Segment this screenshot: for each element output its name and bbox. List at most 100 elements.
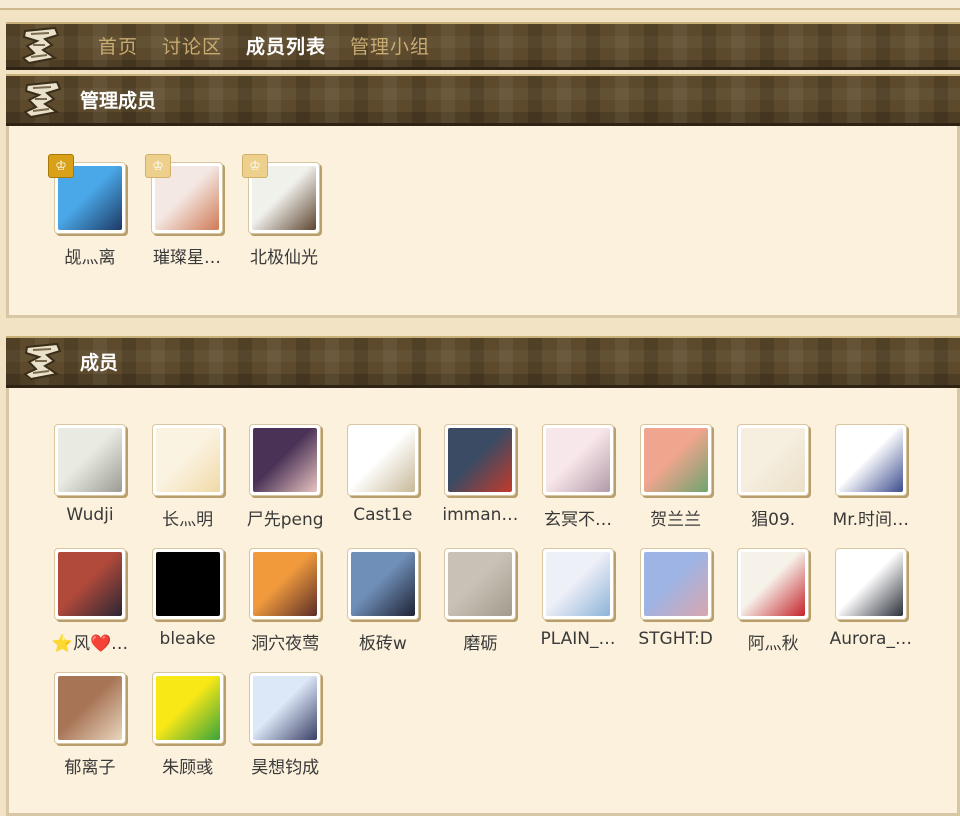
member-name[interactable]: bleake — [140, 629, 236, 649]
member-name[interactable]: 觇灬离 — [42, 243, 138, 268]
nav-admin-group[interactable]: 管理小组 — [350, 32, 430, 59]
member-avatar[interactable] — [737, 548, 810, 620]
avatar-image — [741, 428, 806, 492]
avatar-image — [546, 552, 610, 616]
member-avatar[interactable] — [542, 548, 614, 620]
avatar-image — [838, 552, 903, 616]
member-name[interactable]: 昊想钧成 — [237, 753, 333, 778]
member-avatar[interactable] — [346, 548, 419, 620]
member-card[interactable]: imman… — [432, 424, 528, 525]
member-card[interactable]: Cast1e — [335, 424, 431, 525]
member-card[interactable]: ⭐风❤️… — [42, 548, 138, 654]
member-name[interactable]: Cast1e — [335, 505, 431, 525]
nav-members[interactable]: 成员列表 — [246, 32, 326, 59]
member-name[interactable]: 长灬明 — [140, 505, 236, 530]
admin-panel-title: 管理成员 — [80, 90, 157, 112]
member-card[interactable]: 昊想钧成 — [237, 672, 333, 778]
avatar-image — [58, 428, 122, 492]
member-name[interactable]: 北极仙光 — [236, 243, 332, 268]
member-name[interactable]: Mr.时间… — [823, 505, 919, 530]
member-name[interactable]: 郁离子 — [42, 753, 138, 778]
member-avatar[interactable] — [54, 424, 126, 496]
member-card[interactable]: 贺兰兰 — [628, 424, 724, 530]
member-card[interactable]: Aurora_… — [823, 548, 919, 649]
member-card[interactable]: bleake — [140, 548, 236, 649]
member-name[interactable]: 洞穴夜莺 — [237, 629, 333, 654]
member-card[interactable]: 板砖w — [335, 548, 431, 654]
avatar-image — [643, 552, 708, 616]
member-card[interactable]: STGHT:D — [628, 548, 724, 649]
avatar-image — [741, 552, 806, 616]
member-name[interactable]: 猖09. — [725, 505, 821, 530]
member-avatar[interactable] — [834, 548, 907, 620]
member-avatar[interactable] — [737, 424, 810, 496]
member-avatar[interactable] — [444, 424, 517, 496]
avatar-image — [643, 428, 708, 492]
member-card[interactable]: ♔ 璀璨星… — [139, 154, 235, 268]
member-avatar[interactable] — [54, 672, 126, 744]
avatar-image — [546, 428, 610, 492]
member-card[interactable]: 玄冥不… — [530, 424, 626, 530]
member-card[interactable]: 尸先peng — [237, 424, 333, 530]
member-avatar[interactable] — [834, 424, 907, 496]
nav-discussion[interactable]: 讨论区 — [162, 32, 222, 59]
admin-crown-icon: ♔ — [242, 154, 268, 178]
member-card[interactable]: ♔ 觇灬离 — [42, 154, 138, 268]
avatar-image — [58, 552, 122, 616]
member-name[interactable]: ⭐风❤️… — [42, 629, 138, 654]
member-name[interactable]: 玄冥不… — [530, 505, 626, 530]
member-avatar[interactable] — [249, 548, 322, 620]
member-avatar[interactable] — [151, 424, 224, 496]
group-logo-icon — [18, 339, 68, 385]
member-card[interactable]: 阿灬秋 — [725, 548, 821, 654]
avatar-image — [155, 428, 220, 492]
avatar-image — [838, 428, 903, 492]
member-card[interactable]: PLAIN_… — [530, 548, 626, 649]
member-card[interactable]: 长灬明 — [140, 424, 236, 530]
avatar-image — [448, 428, 513, 492]
avatar-image — [155, 552, 220, 616]
avatar-image — [253, 676, 318, 740]
member-avatar[interactable] — [346, 424, 419, 496]
member-avatar[interactable] — [54, 548, 126, 620]
member-name[interactable]: 璀璨星… — [139, 243, 235, 268]
member-avatar[interactable] — [151, 548, 224, 620]
member-card[interactable]: 猖09. — [725, 424, 821, 530]
nav-home[interactable]: 首页 — [98, 32, 138, 59]
member-card[interactable]: Mr.时间… — [823, 424, 919, 530]
member-card[interactable]: 磨砺 — [432, 548, 528, 654]
member-avatar[interactable] — [639, 424, 712, 496]
member-name[interactable]: 朱顾彧 — [140, 753, 236, 778]
member-card[interactable]: 朱顾彧 — [140, 672, 236, 778]
admin-crown-icon: ♔ — [48, 154, 74, 178]
member-name[interactable]: Aurora_… — [823, 629, 919, 649]
member-avatar[interactable] — [249, 672, 322, 744]
member-name[interactable]: Wudji — [42, 505, 138, 525]
member-avatar[interactable] — [542, 424, 614, 496]
member-name[interactable]: PLAIN_… — [530, 629, 626, 649]
member-name[interactable]: 尸先peng — [237, 505, 333, 530]
member-name[interactable]: 磨砺 — [432, 629, 528, 654]
member-name[interactable]: STGHT:D — [628, 629, 724, 649]
member-name[interactable]: 阿灬秋 — [725, 629, 821, 654]
avatar-image — [448, 552, 513, 616]
member-avatar[interactable] — [639, 548, 712, 620]
member-avatar[interactable] — [249, 424, 322, 496]
admin-panel-header: 管理成员 — [6, 74, 960, 126]
top-nav: 首页 讨论区 成员列表 管理小组 — [6, 22, 960, 70]
member-card[interactable]: 洞穴夜莺 — [237, 548, 333, 654]
member-avatar[interactable] — [151, 672, 224, 744]
admin-members-panel: 管理成员 ♔ 觇灬离 ♔ 璀璨星… ♔ 北极仙光 — [6, 74, 960, 318]
group-logo-icon[interactable] — [16, 24, 66, 68]
avatar-image — [350, 428, 415, 492]
members-panel-title: 成员 — [80, 352, 119, 374]
member-card[interactable]: Wudji — [42, 424, 138, 525]
group-logo-icon — [18, 77, 68, 123]
member-name[interactable]: 板砖w — [335, 629, 431, 654]
member-name[interactable]: imman… — [432, 505, 528, 525]
avatar-image — [58, 676, 122, 740]
member-card[interactable]: ♔ 北极仙光 — [236, 154, 332, 268]
member-card[interactable]: 郁离子 — [42, 672, 138, 778]
member-name[interactable]: 贺兰兰 — [628, 505, 724, 530]
member-avatar[interactable] — [444, 548, 517, 620]
